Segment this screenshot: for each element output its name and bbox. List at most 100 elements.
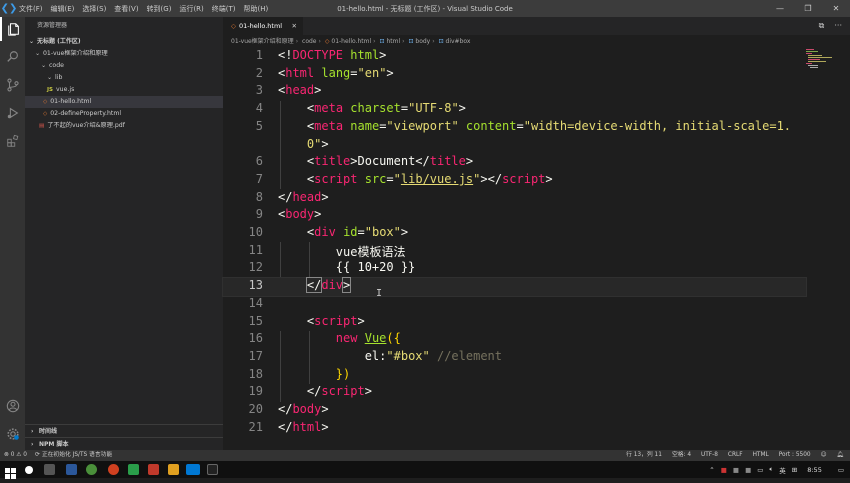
code-line: 0"> [223,137,850,155]
code-text: <title>Document</title> [306,154,474,169]
network-icon[interactable]: ▭ [757,466,763,474]
chevron-up-icon[interactable]: ⌃ [709,466,714,474]
menu-go[interactable]: 转到(G) [146,4,173,14]
app-icon[interactable] [66,464,77,475]
live-server-port[interactable]: Port : 5500 [779,450,811,461]
code-text: <script src="lib/vue.js"></script> [306,171,553,186]
ime-indicator[interactable]: 英 [779,465,786,475]
app-icon[interactable] [207,464,218,475]
file-01-hello[interactable]: ◇ 01-hello.html [25,96,223,108]
folder-01-vue[interactable]: ⌄ 01-vue框架介绍和原理 [25,48,223,60]
vscode-taskbar-icon[interactable] [186,464,200,475]
breadcrumb-item[interactable]: 01-vue框架介绍和原理 [231,38,294,45]
app-icon[interactable] [148,464,159,475]
code-text: <html lang="en"> [278,65,394,80]
cursor-position[interactable]: 行 13，列 11 [626,450,662,461]
menu-file[interactable]: 文件(F) [18,4,44,14]
indentation[interactable]: 空格: 4 [672,450,691,461]
tray-app-icon[interactable]: ■ [745,466,751,474]
menu-run[interactable]: 运行(R) [178,4,204,14]
code-editor[interactable]: 1 <!DOCTYPE html> 2 <html lang="en"> 3 <hea… [222,48,850,450]
breadcrumb-item[interactable]: div#box [446,38,471,45]
explorer-title: 资源管理器 [37,22,68,29]
close-window-button[interactable]: ✕ [822,0,850,17]
code-text: <head> [278,83,322,98]
run-debug-icon[interactable] [0,101,25,125]
tray-app-icon[interactable]: ■ [733,466,739,474]
html-file-icon: ◇ [324,38,330,45]
menu-view[interactable]: 查看(V) [113,4,139,14]
tray-app-icon[interactable]: ■ [721,466,727,474]
settings-gear-icon[interactable] [0,422,25,446]
breadcrumb-item[interactable]: body [415,38,430,45]
line-number: 10 [248,225,263,239]
line-number: 20 [248,402,263,416]
code-line: 9 <body> [223,207,850,225]
line-number: 16 [248,331,263,346]
file-pdf[interactable]: ▤ 了不起的vue介绍&原理.pdf [25,120,223,132]
language-mode[interactable]: HTML [753,450,769,461]
encoding[interactable]: UTF-8 [701,450,718,461]
clock[interactable]: 8:55 [807,466,822,474]
task-view-icon[interactable] [44,464,55,475]
code-line: 2 <html lang="en"> [223,66,850,84]
split-editor-icon[interactable]: ⧉ [819,17,825,35]
file-02-define[interactable]: ◇ 02-defineProperty.html [25,108,223,120]
account-icon[interactable] [0,394,25,418]
code-line: 11 vue模板语法 [223,243,850,261]
code-text: el:"#box" //element [364,348,503,363]
code-text: </head> [278,189,329,204]
line-number: 3 [255,83,263,98]
vscode-logo-icon: ❮❯ [0,3,18,14]
chrome-icon[interactable] [86,464,97,475]
input-icon[interactable]: ⊞ [792,466,797,474]
line-number: 1 [255,48,263,62]
app-icon[interactable] [128,464,139,475]
windows-start-icon[interactable] [5,464,16,479]
tab-01-hello[interactable]: ◇ 01-hello.html ✕ [223,17,303,35]
feedback-icon[interactable]: ☺ [821,450,827,461]
code-text: <div id="box"> [306,225,409,239]
minimize-button[interactable]: — [766,0,794,17]
code-text: <meta name="viewport" content="width=dev… [306,118,792,133]
volume-icon[interactable]: 🔈︎ [769,465,773,474]
line-number: 5 [255,118,263,133]
chevron-down-icon: ⌄ [35,50,41,57]
folder-label: code [49,62,64,69]
line-number: 19 [248,384,263,399]
menu-selection[interactable]: 选择(S) [81,4,107,14]
code-line: 18 }) [223,367,850,385]
extensions-icon[interactable] [0,129,25,153]
status-bar: ⊗ 0 ⚠ 0 ⟳ 正在初始化 JS/TS 语言功能 行 13，列 11 空格:… [0,450,850,461]
breadcrumb-item[interactable]: html [386,38,400,45]
breadcrumb-item[interactable]: code [302,38,316,45]
cortana-icon[interactable] [25,466,33,474]
code-text: </html> [278,419,329,434]
file-vue-js[interactable]: JS vue.js [25,84,223,96]
explorer-icon[interactable] [0,17,25,41]
app-icon[interactable] [108,464,119,475]
more-actions-icon[interactable]: ··· [834,17,842,35]
menu-terminal[interactable]: 终端(T) [211,4,237,14]
minimap[interactable] [806,48,836,78]
action-center-icon[interactable]: ▭ [838,466,844,474]
close-tab-icon[interactable]: ✕ [292,17,297,35]
menu-help[interactable]: 帮助(H) [243,4,270,14]
problems-indicator[interactable]: ⊗ 0 ⚠ 0 [4,450,27,461]
npm-scripts-section[interactable]: › NPM 脚本 [25,437,223,450]
breadcrumb-item[interactable]: 01-hello.html [331,38,371,45]
code-line: 16 new Vue({ [223,331,850,349]
search-icon[interactable] [0,45,25,69]
maximize-button[interactable]: ❐ [794,0,822,17]
end-of-line[interactable]: CRLF [728,450,743,461]
source-control-icon[interactable] [0,73,25,97]
folder-code[interactable]: ⌄ code [25,60,223,72]
title-bar: ❮❯ 文件(F) 编辑(E) 选择(S) 查看(V) 转到(G) 运行(R) 终… [0,0,850,17]
timeline-section[interactable]: › 时间线 [25,424,223,437]
workspace-header[interactable]: ⌄ 无标题 (工作区) [25,35,223,48]
folder-lib[interactable]: ⌄ lib [25,72,223,84]
code-line: 15 <script> [223,314,850,332]
app-icon[interactable] [168,464,179,475]
menu-edit[interactable]: 编辑(E) [50,4,76,14]
notifications-icon[interactable]: 🔔︎ [837,450,844,461]
